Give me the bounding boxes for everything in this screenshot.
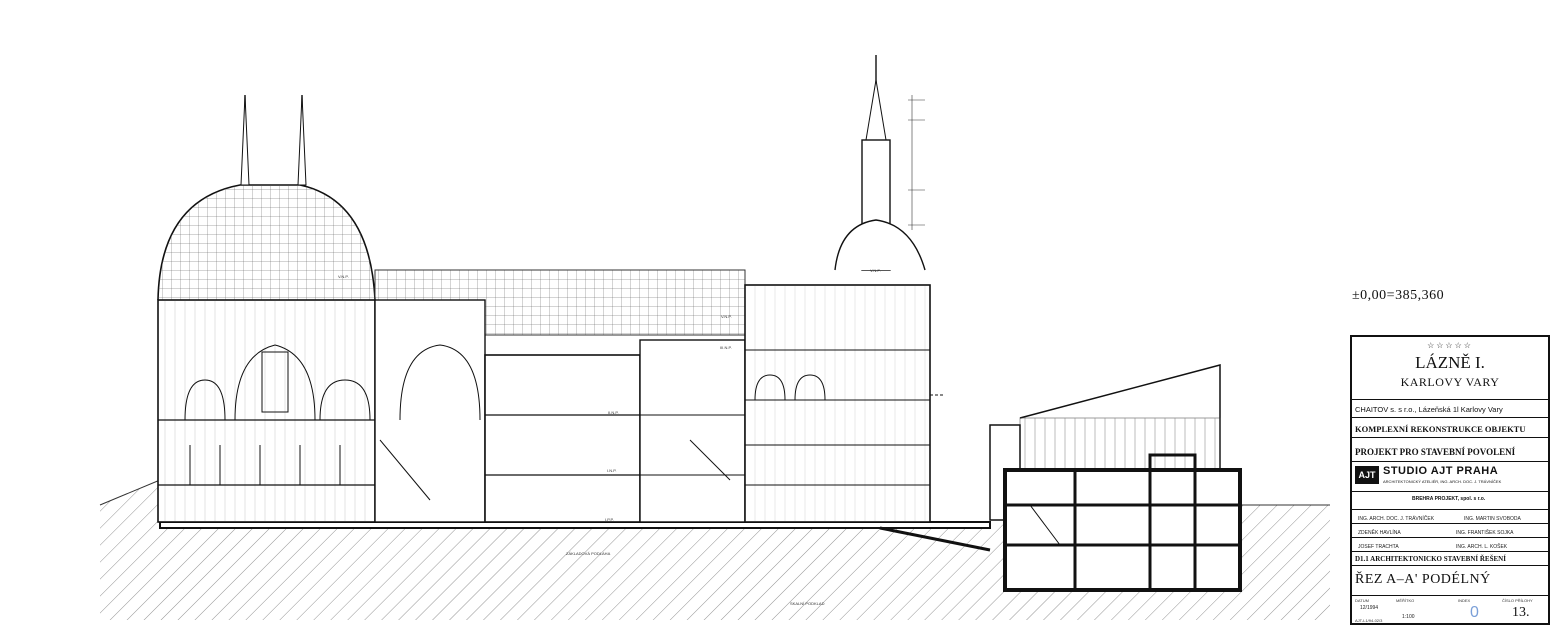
title-block: ☆☆☆☆☆ LÁZNĚ I. KARLOVY VARY CHAITOV s. s… (1350, 335, 1550, 625)
responsible-designer: ING. FRANTIŠEK SOJKA (1456, 530, 1514, 536)
right-annex (989, 364, 1242, 592)
studio-detail: ARCHITEKTONICKÝ ATELIÉR, ING. ARCH. DOC.… (1383, 479, 1502, 484)
investor: CHAITOV s. s r.o., Lázeňská 1l Karlovy V… (1355, 405, 1503, 414)
index-label: INDEX (1458, 598, 1471, 603)
chief-architect: ING. ARCH. DOC. J. TRÁVNÍČEK (1358, 516, 1435, 522)
atelier-head: ING. MARTIN SVOBODA (1464, 516, 1521, 522)
rock-note: SKALNÍ PODKLAD (790, 601, 825, 606)
tower-wing (744, 55, 945, 523)
floor-label-v-np-left: V.N.P. (338, 274, 349, 279)
project-name: KOMPLEXNÍ REKONSTRUKCE OBJEKTU (1355, 424, 1526, 434)
scale-label: MĚŘÍTKO (1396, 598, 1415, 603)
investor-row: CHAITOV s. s r.o., Lázeňská 1l Karlovy V… (1352, 399, 1548, 417)
drawn-by: JOSEF TRACHTA (1358, 544, 1399, 550)
longitudinal-section-drawing (99, 55, 1330, 620)
team-row-3: JOSEF TRACHTA ING. ARCH. L. KOŠEK (1352, 537, 1548, 551)
stage-row: PROJEKT PRO STAVEBNÍ POVOLENÍ (1352, 437, 1548, 461)
floor-label-i-pp: I.P.P. (605, 517, 614, 522)
date-value: 12/1994 (1360, 605, 1379, 611)
partner-row: BREHRA PROJEKT, spol. s r.o. (1352, 491, 1548, 509)
floor-label-v-np-tower: V.N.P. (870, 268, 881, 273)
project-stage: PROJEKT PRO STAVEBNÍ POVOLENÍ (1355, 447, 1516, 457)
middle-hall (374, 269, 746, 523)
city-name: KARLOVY VARY (1400, 375, 1500, 389)
sheet-number: 13. (1512, 605, 1530, 620)
team-row-1: ING. ARCH. DOC. J. TRÁVNÍČEK ING. MARTIN… (1352, 509, 1548, 523)
drawing-part: D1.1 ARCHITEKTONICKO STAVEBNÍ ŘEŠENÍ (1355, 555, 1506, 563)
team-row-2: ZDENĚK HAVLÍNA ING. FRANTIŠEK SOJKA (1352, 523, 1548, 537)
project-row: KOMPLEXNÍ REKONSTRUKCE OBJEKTU (1352, 417, 1548, 437)
dimension-lines (908, 95, 925, 230)
scale-value: 1:100 (1402, 614, 1415, 620)
title-stars: ☆☆☆☆☆ (1427, 341, 1473, 350)
foundation-note: ZÁKLADOVÁ PODLAHA (566, 551, 611, 556)
sheet-info-row: DATUM 12/1994 MĚŘÍTKO 1:100 INDEX 0 ČÍSL… (1352, 595, 1548, 625)
studio-row: AJT STUDIO AJT PRAHA ARCHITEKTONICKÝ ATE… (1352, 461, 1548, 491)
building-name: LÁZNĚ I. (1415, 353, 1485, 372)
studio-name: STUDIO AJT PRAHA (1383, 465, 1499, 477)
index-value: 0 (1470, 604, 1479, 621)
part-row: D1.1 ARCHITEKTONICKO STAVEBNÍ ŘEŠENÍ (1352, 551, 1548, 565)
elevation-reference: ±0,00=385,360 (1352, 288, 1445, 303)
drawing-title: ŘEZ A–A' PODÉLNÝ (1355, 572, 1491, 587)
drawing-title-row: ŘEZ A–A' PODÉLNÝ (1352, 565, 1548, 595)
project-lead: ZDENĚK HAVLÍNA (1358, 530, 1401, 536)
ajt-logo-icon: AJT (1355, 466, 1379, 484)
partner-firm: BREHRA PROJEKT, spol. s r.o. (1412, 496, 1486, 502)
checked-by: ING. ARCH. L. KOŠEK (1456, 544, 1508, 550)
floor-label-v-np-middle: V.N.P. (721, 314, 732, 319)
date-label: DATUM (1355, 598, 1369, 603)
drawing-code: AJT-L1/94-02/3 (1355, 618, 1383, 623)
floor-label-ii-np: II.N.P. (608, 410, 619, 415)
floor-label-iii-np: III.N.P. (720, 345, 732, 350)
sheet-label: ČÍSLO PŘÍLOHY (1502, 598, 1533, 603)
floor-label-i-np: I.N.P. (607, 468, 617, 473)
